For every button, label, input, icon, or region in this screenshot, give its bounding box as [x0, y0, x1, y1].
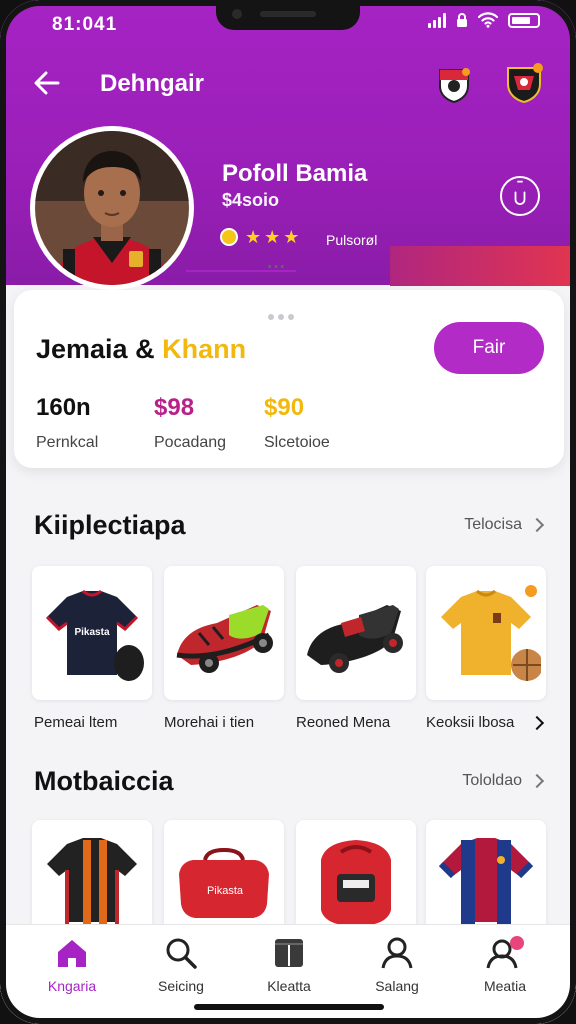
see-all-link[interactable]: Tololdao — [462, 772, 545, 790]
jersey-barca-icon — [438, 838, 534, 928]
jersey-yellow-icon — [441, 585, 541, 681]
svg-text:Pikasta: Pikasta — [207, 885, 244, 897]
see-all-link[interactable]: Telocisa — [464, 516, 545, 534]
product-card[interactable] — [426, 566, 546, 700]
stat-label: Slcetoioe — [264, 434, 330, 451]
tab-label: Salang — [375, 978, 419, 994]
chevron-right-icon — [529, 517, 545, 533]
tab-label: Kngaria — [47, 978, 97, 994]
home-icon — [58, 940, 86, 967]
sneaker-green-icon — [176, 605, 273, 673]
jersey-striped-icon — [47, 838, 137, 928]
pager-dots — [268, 314, 294, 320]
stat-block: $98 Pocadang — [154, 394, 226, 452]
app-screen: 81:041 Dehngair Pofoll Bamia $4soio ★ ★ … — [0, 0, 576, 1024]
rating-label: Pulsorøl — [326, 232, 378, 248]
tab-label: Kleatta — [267, 978, 311, 994]
stat-value: 160n — [36, 394, 91, 421]
stat-label: Pocadang — [154, 434, 227, 451]
player-avatar[interactable] — [30, 126, 194, 290]
tab-label: Seicing — [158, 978, 204, 994]
stat-block: $90 Slcetoioe — [264, 394, 330, 452]
rating-stars: ★ ★ ★ — [220, 228, 299, 246]
star-icon: ★ — [245, 227, 262, 247]
header-accent-band — [390, 246, 576, 286]
product-caption: Morehai i tien — [164, 714, 255, 731]
chevron-right-icon[interactable] — [529, 715, 545, 731]
svg-text:Pikasta: Pikasta — [74, 627, 109, 638]
club-badge-icon[interactable] — [434, 64, 474, 104]
signal-icon — [428, 12, 446, 28]
tab-profile[interactable]: Meatia — [450, 936, 560, 994]
team-name: Jemaia & Khann — [36, 334, 247, 364]
player-price: $4soio — [222, 190, 280, 210]
page-title: Dehngair — [100, 70, 205, 97]
stat-block: 160n Pernkcal — [36, 394, 98, 452]
lock-icon — [457, 13, 467, 27]
tab-label: Meatia — [483, 978, 527, 994]
wifi-icon — [478, 12, 498, 28]
chevron-right-icon — [529, 773, 545, 789]
player-photo — [35, 131, 189, 285]
stat-value: $98 — [154, 394, 195, 421]
follow-button[interactable]: Fair — [434, 322, 544, 374]
product-caption: Keoksii lbosa — [426, 714, 515, 731]
section-title: Kiiplectiapa — [34, 510, 186, 540]
device-notch — [216, 0, 360, 30]
tab-search[interactable]: Seicing — [126, 936, 236, 994]
team-crest-icon[interactable] — [504, 62, 544, 104]
player-name: Pofoll Bamia — [222, 160, 368, 187]
back-arrow-icon[interactable] — [34, 66, 60, 100]
book-icon — [275, 939, 303, 967]
status-icons — [428, 12, 540, 28]
stat-label: Pernkcal — [36, 434, 99, 451]
stat-value: $90 — [264, 394, 305, 421]
jersey-navy-icon: Pikasta — [45, 589, 144, 681]
user-icon — [381, 937, 413, 969]
product-card[interactable] — [164, 566, 284, 700]
bag-red-icon: Pikasta — [179, 847, 269, 918]
profile-notification-icon — [486, 936, 524, 969]
star-icon: ★ — [283, 227, 300, 247]
timer-icon[interactable] — [500, 176, 540, 216]
product-caption: Reoned Mena — [296, 714, 391, 731]
tab-home[interactable]: Kngaria — [17, 936, 127, 994]
battery-icon — [508, 12, 540, 28]
status-time: 81:041 — [52, 14, 118, 35]
search-icon — [166, 938, 197, 969]
backpack-red-icon — [321, 840, 391, 926]
product-card[interactable] — [296, 566, 416, 700]
home-indicator — [194, 1004, 384, 1010]
tab-account[interactable]: Salang — [342, 936, 452, 994]
product-card[interactable]: Pikasta — [32, 566, 152, 700]
tab-library[interactable]: Kleatta — [234, 936, 344, 994]
product-caption: Pemeai ltem — [34, 714, 118, 731]
more-dots-icon: • • • — [268, 262, 285, 273]
sneaker-black-icon — [307, 605, 403, 673]
star-icon: ★ — [264, 227, 281, 247]
coin-icon — [220, 228, 238, 246]
section-title: Motbaiccia — [34, 766, 174, 796]
